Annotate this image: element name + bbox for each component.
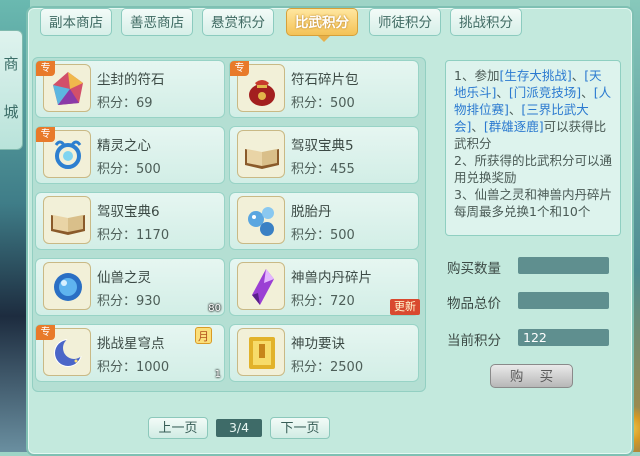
quantity-input[interactable] — [518, 257, 609, 274]
item-price: 积分：500 — [97, 162, 161, 177]
item-card[interactable]: 专 尘封的符石 积分：69 — [35, 60, 225, 118]
tab-mentor-points[interactable]: 师徒积分 — [369, 8, 441, 36]
rule-2: 2、所获得的比武积分可以通用兑换奖励 — [454, 153, 612, 185]
item-card[interactable]: 驾驭宝典5 积分：455 — [229, 126, 419, 184]
event-link[interactable]: [生存大挑战] — [499, 68, 571, 83]
tab-bounty-points[interactable]: 悬赏积分 — [202, 8, 274, 36]
exclusive-tag: 专 — [230, 61, 249, 76]
side-tab-char: 商 — [3, 55, 19, 73]
prev-page-button[interactable]: 上一页 — [148, 417, 208, 439]
item-card[interactable]: 130 神兽内丹碎片 积分：720 更新 — [229, 258, 420, 316]
item-name: 驾驭宝典6 — [97, 204, 160, 220]
item-card[interactable]: 80 仙兽之灵 积分：930 — [35, 258, 225, 316]
update-badge: 更新 — [390, 299, 420, 315]
item-price: 积分：930 — [97, 294, 161, 309]
buy-button[interactable]: 购 买 — [490, 364, 573, 388]
item-price: 积分：500 — [291, 228, 355, 243]
item-icon-frame — [237, 262, 285, 310]
item-card[interactable]: 驾驭宝典6 积分：1170 — [35, 192, 225, 250]
item-name: 挑战星穹点 — [97, 336, 165, 352]
item-icon-frame — [237, 328, 285, 376]
item-price: 积分：1000 — [97, 360, 170, 375]
item-name: 脱胎丹 — [291, 204, 332, 220]
item-price: 积分：2500 — [291, 360, 364, 375]
next-page-button[interactable]: 下一页 — [270, 417, 330, 439]
item-icon-frame — [237, 196, 285, 244]
scroll-manual-icon — [249, 337, 275, 369]
item-name: 驾驭宝典5 — [291, 138, 354, 154]
book-icon — [245, 149, 279, 169]
monthly-badge: 月 — [195, 327, 212, 344]
exclusive-tag: 专 — [36, 61, 55, 76]
current-points-label: 当前积分 — [447, 333, 501, 349]
tab-karma-shop[interactable]: 善恶商店 — [121, 8, 193, 36]
current-points-field: 122 — [518, 329, 609, 346]
item-price: 积分：69 — [97, 96, 153, 111]
side-tab-mall[interactable]: 商 城 — [0, 30, 23, 150]
event-link[interactable]: [门派竞技场] — [509, 85, 581, 100]
item-price: 积分：500 — [291, 96, 355, 111]
item-price: 积分：1170 — [97, 228, 170, 243]
item-name: 符石碎片包 — [291, 72, 359, 88]
item-name: 尘封的符石 — [97, 72, 165, 88]
rule-1: 1、参加[生存大挑战]、[天地乐斗]、[门派竞技场]、[人物排位赛]、[三界比武… — [454, 68, 612, 151]
event-link[interactable]: [群雄逐鹿] — [484, 119, 544, 134]
page-indicator: 3/4 — [216, 419, 262, 437]
item-name: 神兽内丹碎片 — [291, 270, 372, 286]
item-card[interactable]: 专 符石碎片包 积分：500 — [229, 60, 419, 118]
rune-stone-icon — [53, 72, 83, 105]
total-price-field — [518, 292, 609, 309]
total-price-label: 物品总价 — [447, 296, 501, 312]
side-tab-char: 城 — [3, 103, 19, 121]
item-price: 积分：720 — [291, 294, 355, 309]
beast-spirit-orb-icon — [54, 273, 82, 301]
active-tab-pointer — [318, 36, 330, 42]
item-icon-frame — [43, 196, 91, 244]
item-icon-frame — [237, 130, 285, 178]
quantity-label: 购买数量 — [447, 261, 501, 277]
pill-icon — [248, 207, 274, 236]
tab-dungeon-shop[interactable]: 副本商店 — [40, 8, 112, 36]
tab-arena-points[interactable]: 比武积分 — [286, 8, 358, 36]
item-card[interactable]: 神功要诀 积分：2500 — [229, 324, 419, 382]
book-icon — [51, 215, 85, 235]
item-name: 仙兽之灵 — [97, 270, 151, 286]
item-card[interactable]: 脱胎丹 积分：500 — [229, 192, 419, 250]
item-quantity: 1 — [214, 369, 221, 380]
exclusive-tag: 专 — [36, 127, 55, 142]
rune-fragment-bag-icon — [249, 80, 275, 106]
item-card[interactable]: 专 精灵之心 积分：500 — [35, 126, 225, 184]
item-name: 精灵之心 — [97, 138, 151, 154]
item-price: 积分：455 — [291, 162, 355, 177]
tab-challenge-points[interactable]: 挑战积分 — [450, 8, 522, 36]
item-quantity: 80 — [208, 303, 221, 314]
exclusive-tag: 专 — [36, 325, 55, 340]
rules-description: 1、参加[生存大挑战]、[天地乐斗]、[门派竞技场]、[人物排位赛]、[三界比武… — [445, 60, 621, 236]
crescent-moon-icon — [54, 337, 85, 367]
spirit-heart-icon — [54, 140, 82, 169]
item-name: 神功要诀 — [291, 336, 345, 352]
item-icon-frame — [43, 262, 91, 310]
item-card[interactable]: 专 1 挑战星穹点 积分：1000 月 — [35, 324, 225, 382]
rule-3: 3、仙兽之灵和神兽内丹碎片每周最多兑换1个和10个 — [454, 187, 612, 219]
crystal-shard-icon — [252, 269, 274, 305]
